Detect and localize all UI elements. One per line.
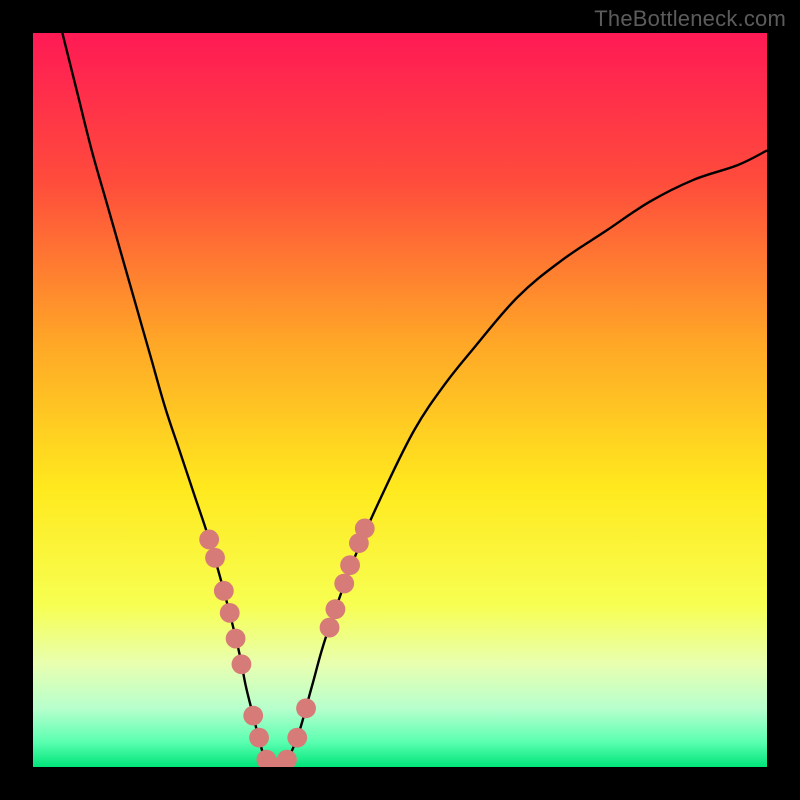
curve-marker xyxy=(355,519,375,539)
bottleneck-chart xyxy=(33,33,767,767)
curve-marker xyxy=(199,530,219,550)
curve-marker xyxy=(340,555,360,575)
curve-marker xyxy=(226,629,246,649)
curve-marker xyxy=(320,618,340,638)
curve-marker xyxy=(334,574,354,594)
watermark-text: TheBottleneck.com xyxy=(594,6,786,32)
curve-marker xyxy=(296,698,316,718)
curve-marker xyxy=(214,581,234,601)
curve-marker xyxy=(326,599,346,619)
curve-marker xyxy=(220,603,240,623)
gradient-background xyxy=(33,33,767,767)
curve-marker xyxy=(287,728,307,748)
plot-area xyxy=(33,33,767,767)
curve-marker xyxy=(232,654,252,674)
chart-stage: TheBottleneck.com xyxy=(0,0,800,800)
curve-marker xyxy=(249,728,269,748)
curve-marker xyxy=(243,706,263,726)
curve-marker xyxy=(205,548,225,568)
